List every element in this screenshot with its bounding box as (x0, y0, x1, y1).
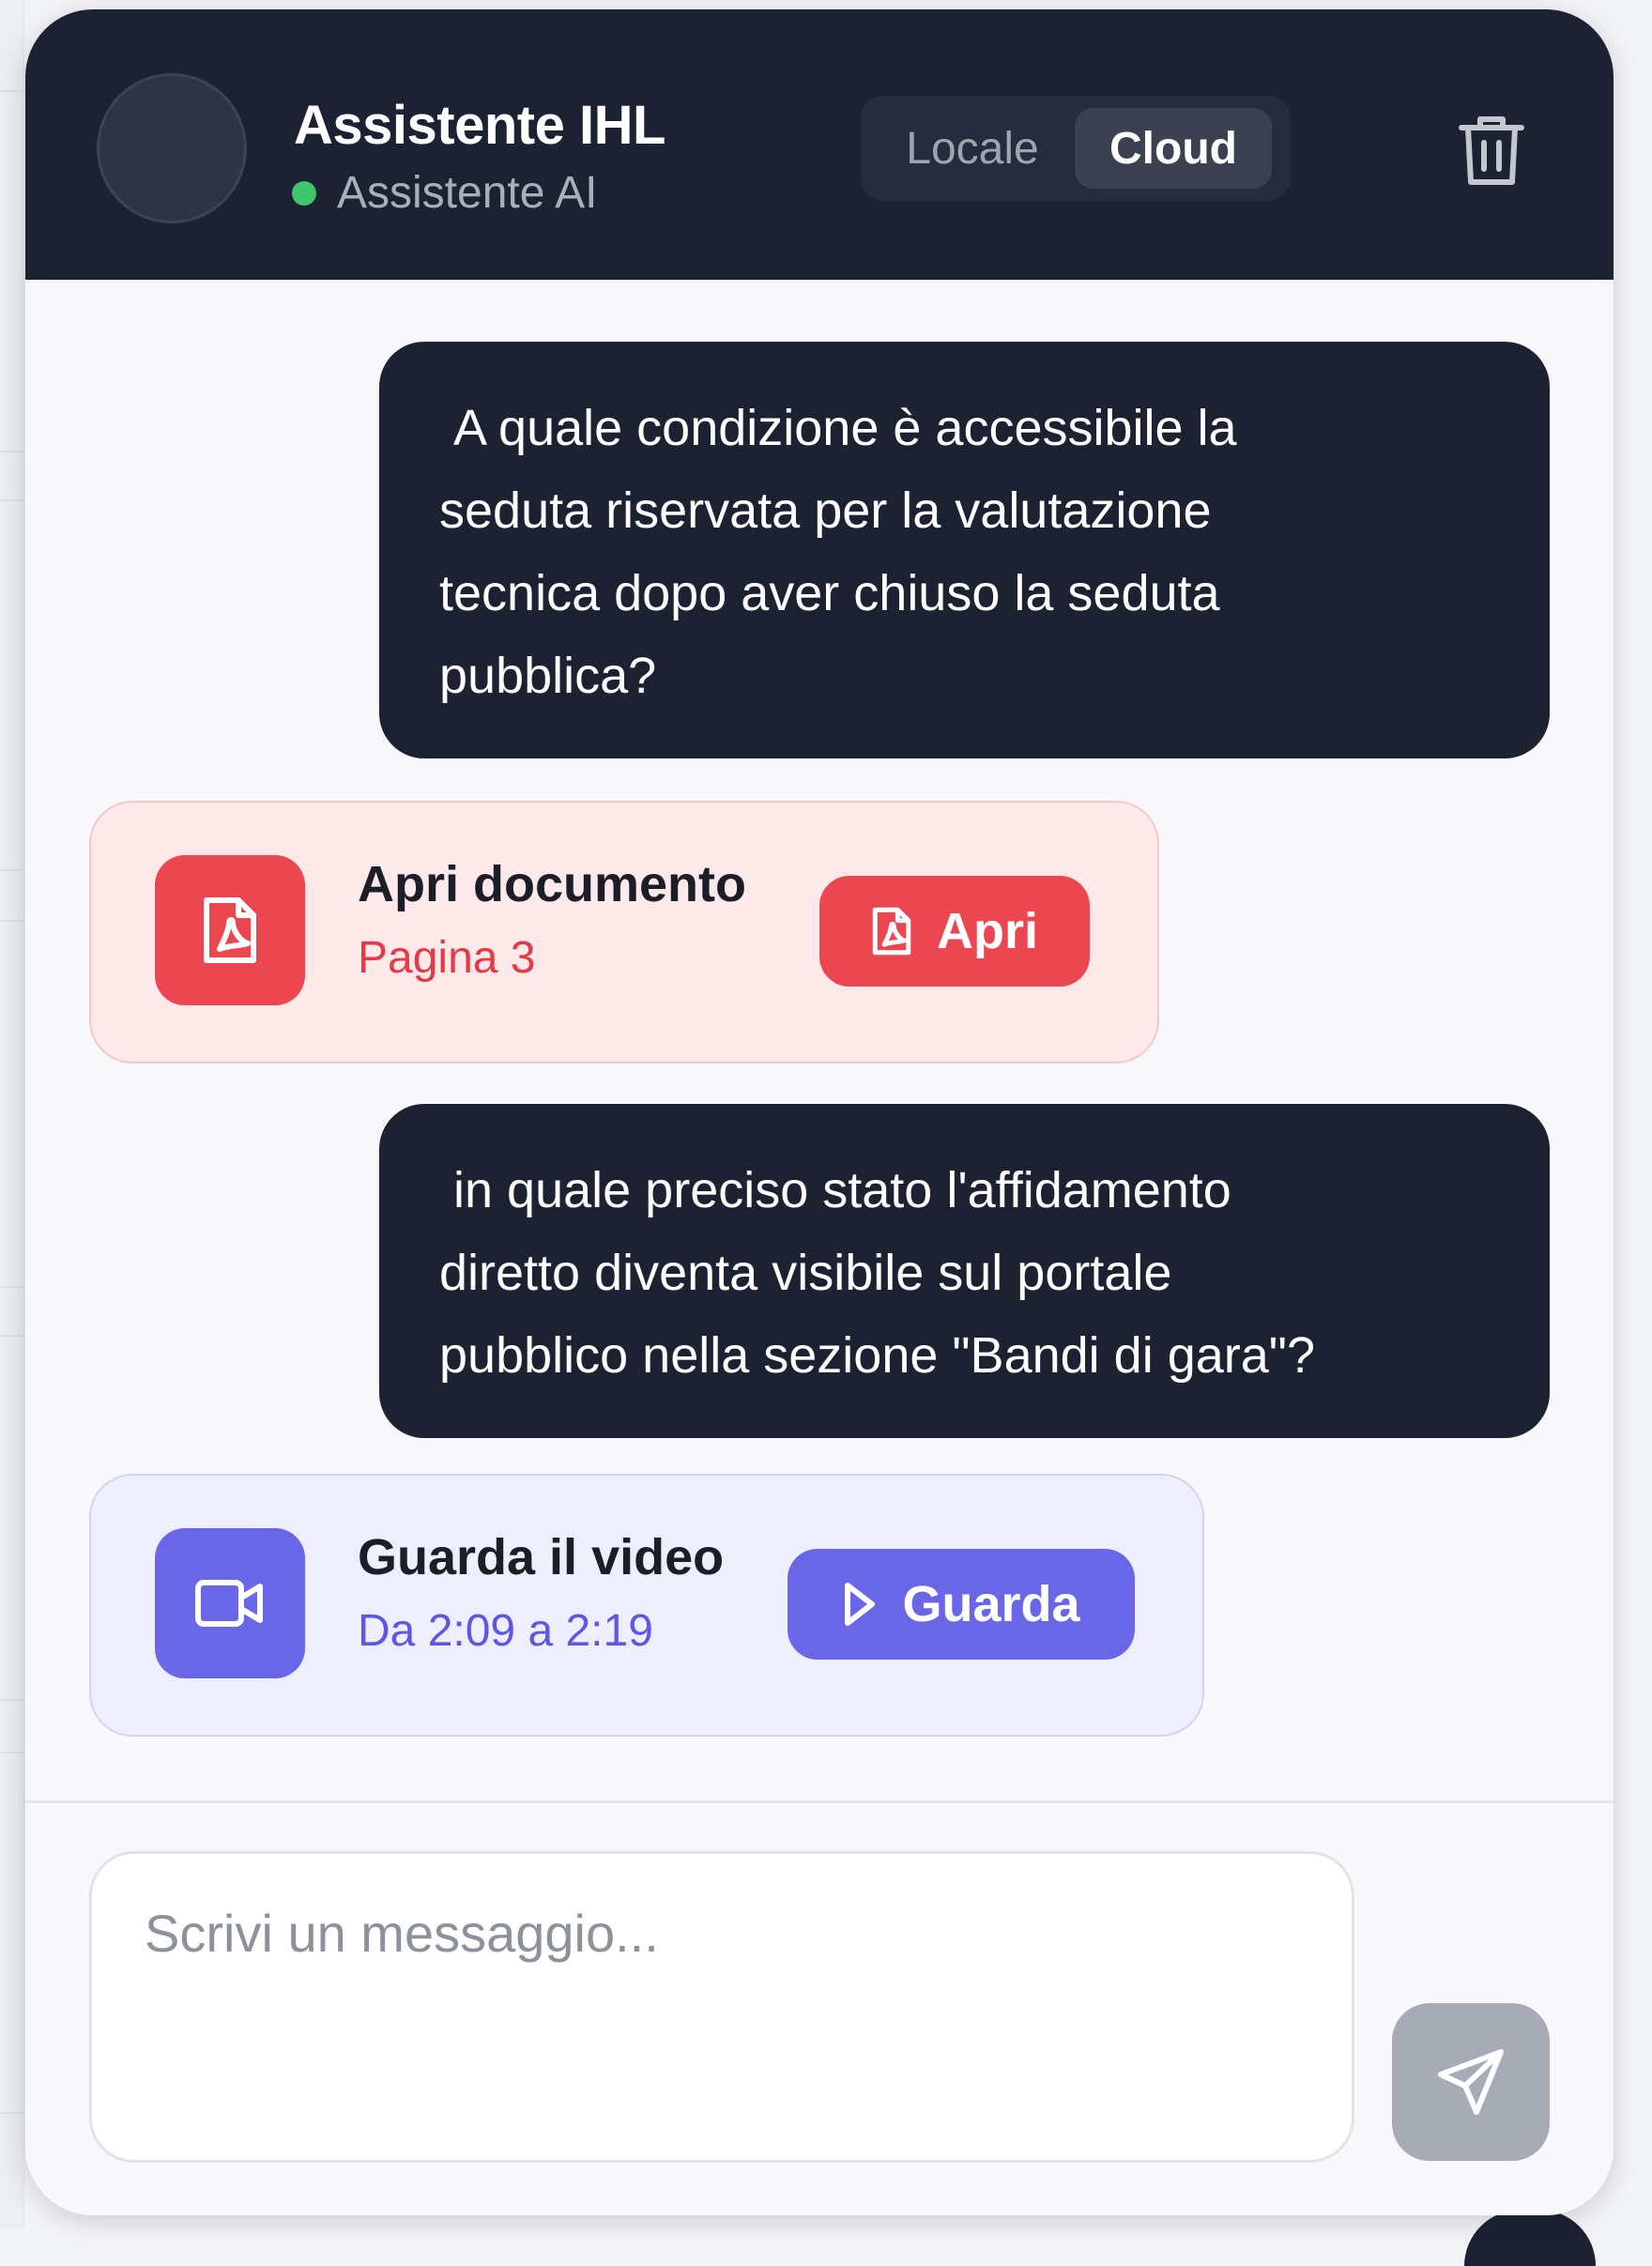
background-panel (0, 0, 24, 2228)
assistant-name: Assistente IHL (294, 94, 665, 157)
chat-launcher-button[interactable] (1464, 2210, 1596, 2266)
pdf-icon (155, 855, 305, 1005)
background-divider (0, 2112, 24, 2114)
watch-video-label: Guarda (902, 1575, 1079, 1633)
mode-locale-button[interactable]: Locale (870, 108, 1075, 189)
user-message: in quale preciso stato l'affidamento dir… (379, 1104, 1550, 1438)
assistant-status-label: Assistente AI (337, 167, 597, 219)
video-time-range: Da 2:09 a 2:19 (358, 1605, 653, 1657)
background-divider (0, 451, 24, 452)
online-status-icon (292, 181, 316, 206)
message-input[interactable] (89, 1851, 1354, 2163)
send-button[interactable] (1392, 2003, 1550, 2161)
background-divider (0, 499, 24, 501)
background-divider (0, 920, 24, 922)
chat-header: Assistente IHL Assistente AI Locale Clou… (25, 9, 1614, 280)
assistant-status: Assistente AI (292, 167, 597, 219)
document-page-label: Pagina 3 (358, 932, 536, 984)
background-divider (0, 90, 24, 92)
pdf-icon (871, 907, 912, 956)
video-card: Guarda il video Da 2:09 a 2:19 Guarda (89, 1474, 1204, 1737)
play-icon (842, 1581, 878, 1628)
chat-widget: Assistente IHL Assistente AI Locale Clou… (25, 9, 1614, 2215)
mode-cloud-button[interactable]: Cloud (1075, 108, 1272, 189)
open-document-button[interactable]: Apri (819, 876, 1090, 987)
open-document-label: Apri (937, 902, 1038, 960)
background-divider (0, 1335, 24, 1337)
send-icon (1435, 2046, 1507, 2118)
trash-icon[interactable] (1458, 113, 1525, 188)
background-divider (0, 1752, 24, 1753)
user-message: A quale condizione è accessibile la sedu… (379, 342, 1550, 758)
document-card-title: Apri documento (358, 855, 746, 913)
document-card: Apri documento Pagina 3 Apri (89, 801, 1159, 1064)
background-divider (0, 1286, 24, 1288)
video-card-title: Guarda il video (358, 1528, 724, 1586)
composer-divider (25, 1800, 1614, 1803)
watch-video-button[interactable]: Guarda (788, 1549, 1135, 1660)
background-divider (0, 869, 24, 871)
mode-toggle: Locale Cloud (861, 96, 1291, 201)
assistant-avatar (97, 73, 247, 223)
video-camera-icon (155, 1528, 305, 1678)
background-divider (0, 1699, 24, 1701)
